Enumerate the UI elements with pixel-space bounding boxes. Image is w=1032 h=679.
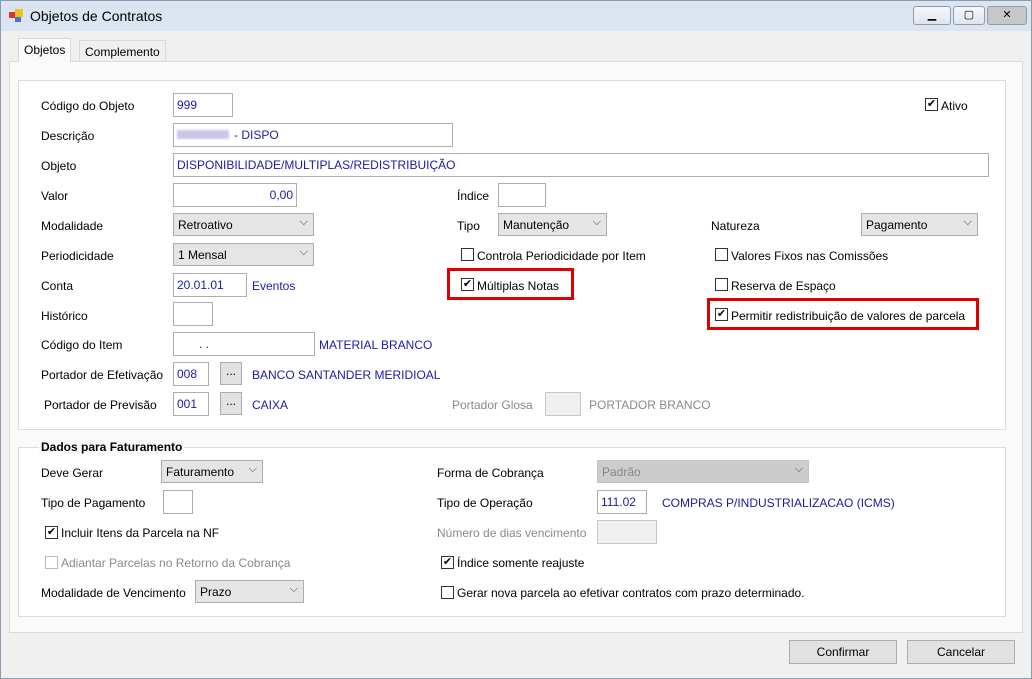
tipo-label: Tipo	[457, 219, 480, 233]
reserva-espaco-checkbox[interactable]	[715, 278, 728, 291]
historico-input[interactable]	[173, 302, 213, 326]
chevron-down-icon: ⌵	[289, 583, 298, 595]
deve-gerar-select[interactable]: Faturamento ⌵	[161, 460, 263, 483]
adiantar-parcelas-checkbox[interactable]	[45, 556, 58, 569]
tipo-pagamento-input[interactable]	[163, 490, 193, 514]
gerar-nova-parcela-checkbox[interactable]	[441, 586, 454, 599]
tipo-operacao-description: COMPRAS P/INDUSTRIALIZACAO (ICMS)	[662, 496, 895, 510]
codigo-objeto-label: Código do Objeto	[41, 99, 135, 113]
controla-periodicidade-checkbox[interactable]	[461, 248, 474, 261]
controla-periodicidade-label: Controla Periodicidade por Item	[477, 249, 646, 263]
window-title: Objetos de Contratos	[30, 8, 163, 24]
periodicidade-select[interactable]: 1 Mensal ⌵	[173, 243, 314, 266]
faturamento-title: Dados para Faturamento	[39, 440, 185, 454]
gerar-nova-parcela-label: Gerar nova parcela ao efetivar contratos…	[457, 586, 805, 600]
descricao-value: - DISPO	[234, 128, 279, 142]
tipo-select[interactable]: Manutenção ⌵	[498, 213, 607, 236]
reserva-espaco-label: Reserva de Espaço	[731, 279, 836, 293]
codigo-item-input[interactable]: . .	[173, 332, 315, 356]
numero-dias-input[interactable]	[597, 520, 657, 544]
portador-efetivacao-input[interactable]: 008	[173, 362, 209, 386]
historico-label: Histórico	[41, 309, 88, 323]
ativo-label: Ativo	[941, 99, 968, 113]
adiantar-parcelas-label: Adiantar Parcelas no Retorno da Cobrança	[61, 556, 291, 570]
portador-previsao-label: Portador de Previsão	[44, 398, 157, 412]
periodicidade-label: Periodicidade	[41, 249, 114, 263]
chevron-down-icon: ⌵	[963, 216, 972, 228]
window: Objetos de Contratos ▁ ▢ ✕ Objetos Compl…	[0, 0, 1032, 679]
chevron-down-icon: ⌵	[299, 246, 308, 258]
codigo-item-description: MATERIAL BRANCO	[319, 338, 433, 352]
modalidade-vencimento-select[interactable]: Prazo ⌵	[195, 580, 304, 603]
portador-efetivacao-description: BANCO SANTANDER MERIDIOAL	[252, 368, 441, 382]
conta-label: Conta	[41, 279, 74, 293]
portador-previsao-description: CAIXA	[252, 398, 289, 412]
indice-label: Índice	[457, 189, 490, 203]
forma-cobranca-value: Padrão	[602, 465, 641, 479]
multiplas-notas-checkbox[interactable]: ✔	[461, 278, 474, 291]
objeto-input[interactable]: DISPONIBILIDADE/MULTIPLAS/REDISTRIBUIÇÃO	[173, 153, 989, 177]
portador-efetivacao-lookup-button[interactable]: ...	[220, 362, 242, 385]
tipo-operacao-label: Tipo de Operação	[437, 496, 533, 510]
permitir-redistribuicao-label: Permitir redistribuição de valores de pa…	[731, 309, 966, 323]
permitir-redistribuicao-checkbox[interactable]: ✔	[715, 308, 728, 321]
maximize-button[interactable]: ▢	[953, 6, 985, 25]
portador-glosa-input[interactable]	[545, 392, 581, 416]
incluir-itens-label: Incluir Itens da Parcela na NF	[61, 526, 220, 540]
chevron-down-icon: ⌵	[248, 463, 257, 475]
modalidade-value: Retroativo	[178, 218, 233, 232]
valor-label: Valor	[41, 189, 69, 203]
descricao-label: Descrição	[41, 129, 95, 143]
tab-objetos[interactable]: Objetos	[18, 38, 72, 62]
indice-input[interactable]	[498, 183, 546, 207]
objeto-label: Objeto	[41, 159, 77, 173]
redacted-text	[177, 130, 229, 139]
tipo-value: Manutenção	[503, 218, 570, 232]
app-icon	[9, 9, 23, 23]
confirmar-button[interactable]: Confirmar	[789, 640, 897, 664]
portador-previsao-input[interactable]: 001	[173, 392, 209, 416]
portador-efetivacao-label: Portador de Efetivação	[41, 368, 164, 382]
modalidade-vencimento-label: Modalidade de Vencimento	[41, 586, 186, 600]
forma-cobranca-label: Forma de Cobrança	[437, 466, 544, 480]
incluir-itens-checkbox[interactable]: ✔	[45, 526, 58, 539]
close-button[interactable]: ✕	[987, 6, 1027, 25]
multiplas-notas-label: Múltiplas Notas	[477, 279, 560, 293]
portador-previsao-lookup-button[interactable]: ...	[220, 392, 242, 415]
tab-complemento[interactable]: Complemento	[79, 40, 166, 62]
modalidade-label: Modalidade	[41, 219, 104, 233]
natureza-value: Pagamento	[866, 218, 928, 232]
numero-dias-label: Número de dias vencimento	[437, 526, 587, 540]
tipo-pagamento-label: Tipo de Pagamento	[41, 496, 146, 510]
natureza-select[interactable]: Pagamento ⌵	[861, 213, 978, 236]
descricao-input[interactable]: - DISPO	[173, 123, 453, 147]
tipo-operacao-input[interactable]: 111.02	[597, 490, 647, 514]
codigo-objeto-input[interactable]: 999	[173, 93, 233, 117]
minimize-button[interactable]: ▁	[913, 6, 951, 25]
title-bar: Objetos de Contratos ▁ ▢ ✕	[1, 1, 1031, 31]
deve-gerar-value: Faturamento	[166, 465, 235, 479]
chevron-down-icon: ⌵	[794, 463, 803, 475]
chevron-down-icon: ⌵	[592, 216, 601, 228]
periodicidade-value: 1 Mensal	[178, 248, 227, 262]
modalidade-vencimento-value: Prazo	[200, 585, 232, 599]
indice-reajuste-label: Índice somente reajuste	[457, 556, 585, 570]
codigo-item-label: Código do Item	[41, 338, 123, 352]
indice-reajuste-checkbox[interactable]: ✔	[441, 556, 454, 569]
cancelar-button[interactable]: Cancelar	[907, 640, 1015, 664]
natureza-label: Natureza	[711, 219, 760, 233]
forma-cobranca-select[interactable]: Padrão ⌵	[597, 460, 809, 483]
conta-input[interactable]: 20.01.01	[173, 273, 247, 297]
portador-glosa-label: Portador Glosa	[452, 398, 533, 412]
chevron-down-icon: ⌵	[299, 216, 308, 228]
conta-description: Eventos	[252, 279, 296, 293]
deve-gerar-label: Deve Gerar	[41, 466, 104, 480]
modalidade-select[interactable]: Retroativo ⌵	[173, 213, 314, 236]
valor-input[interactable]: 0,00	[173, 183, 297, 207]
ativo-checkbox[interactable]: ✔	[925, 98, 938, 111]
valores-fixos-checkbox[interactable]	[715, 248, 728, 261]
valores-fixos-label: Valores Fixos nas Comissões	[731, 249, 889, 263]
portador-glosa-description: PORTADOR BRANCO	[589, 398, 711, 412]
